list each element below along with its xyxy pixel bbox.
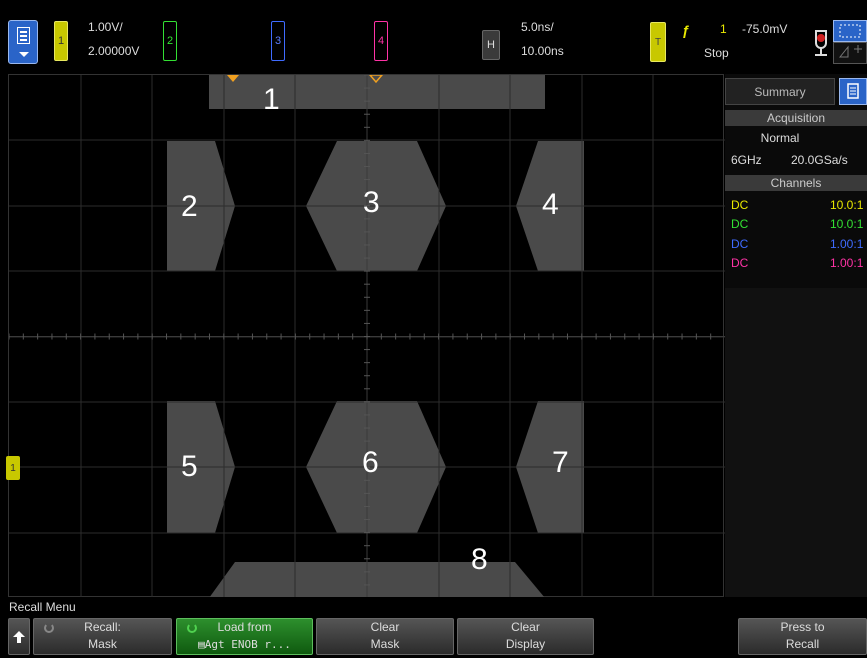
mask-region-4-label: 4 [542,188,559,221]
trigger-level: -75.0mV [742,22,788,36]
back-button[interactable] [8,618,30,655]
softkey-2-line1: Load from [217,620,272,634]
run-status: Stop [704,46,729,60]
channel-3-probe: 1.00:1 [830,237,864,251]
sidebar-menu-button[interactable] [839,78,867,105]
recall-type-softkey[interactable]: Recall: Mask [33,618,172,655]
probe-icon[interactable] [812,28,830,58]
document-icon [847,83,859,99]
channel-2-button[interactable]: 2 [163,21,177,61]
clear-display-softkey[interactable]: Clear Display [457,618,594,655]
trigger-button[interactable]: T [650,22,666,62]
main-menu-button[interactable] [8,20,38,64]
bandwidth: 6GHz [731,153,762,167]
selection-box-icon [839,24,861,38]
softkey-3-line2: Mask [370,637,400,651]
acquisition-mode: Normal [760,131,800,145]
channel-1-offset: 2.00000V [88,44,140,58]
softkey-6-line2: Recall [785,637,820,651]
mask-region-5-label: 5 [181,450,198,483]
channel-1-scale: 1.00V/ [88,20,123,34]
channel-4-button[interactable]: 4 [374,21,388,61]
clear-mask-softkey[interactable]: Clear Mask [316,618,454,655]
sample-rate: 20.0GSa/s [791,153,848,167]
channel-4-coupling: DC [731,256,749,270]
rising-edge-icon: ƒ [682,22,690,38]
caret-down-icon [19,52,29,57]
channel-2-coupling: DC [731,217,749,231]
mask-region-1-label: 1 [263,83,280,116]
channels-header: Channels [725,175,867,191]
channel-3-button[interactable]: 3 [271,21,285,61]
softkey-1-line2: Mask [88,637,117,651]
softkey-bar: Recall Menu Recall: Mask Load from ▤Agt … [0,597,867,658]
horizontal-delay: 10.00ns [521,44,564,58]
document-icon [17,27,30,44]
load-from-softkey[interactable]: Load from ▤Agt ENOB r... [176,618,313,655]
entry-knob-icon [187,623,197,633]
press-to-recall-softkey[interactable]: Press to Recall [738,618,867,655]
acquisition-header: Acquisition [725,110,867,126]
channel-1-ground-marker[interactable]: 1 [6,456,20,480]
mask-region-8 [209,562,545,598]
mask-region-6-label: 6 [362,446,379,479]
softkey-2-line2: ▤Agt ENOB r... [198,638,291,651]
entry-knob-icon [44,623,54,633]
zoom-select-button[interactable] [833,20,867,42]
mask-region-3-label: 3 [363,186,380,219]
channel-4-probe: 1.00:1 [830,256,864,270]
softkey-4-line1: Clear [511,620,540,634]
touch-arrow-icon [838,45,862,58]
timebase-value: 5.0ns/ [521,20,554,34]
waveform-display[interactable]: 1 2 3 4 5 6 7 8 [8,74,725,598]
channel-1-coupling: DC [731,198,749,212]
softkey-3-line1: Clear [370,620,400,634]
horizontal-button[interactable]: H [482,30,500,60]
graticule [9,75,725,598]
channel-2-probe: 10.0:1 [830,217,864,231]
channel-1-button[interactable]: 1 [54,21,68,61]
touch-icon-button[interactable] [833,42,867,64]
channel-1-probe: 10.0:1 [830,198,864,212]
channel-3-coupling: DC [731,237,749,251]
tab-summary[interactable]: Summary [725,78,835,105]
sidebar-empty-area [725,288,867,597]
mask-region-8-label: 8 [471,543,488,576]
up-arrow-icon [13,631,25,643]
mask-region-7-label: 7 [552,446,569,479]
softkey-6-line1: Press to [780,620,825,634]
softkey-4-line2: Display [505,637,546,651]
mask-region-2-label: 2 [181,190,198,223]
trigger-source: 1 [720,22,727,36]
status-bar: 1 1.00V/ 2.00000V 2 3 4 H 5.0ns/ 10.00ns… [0,0,867,73]
summary-sidebar: Summary Acquisition Normal 6GHz 20.0GSa/… [725,74,867,597]
menu-title: Recall Menu [9,600,76,614]
softkey-1-line1: Recall: [84,620,121,634]
